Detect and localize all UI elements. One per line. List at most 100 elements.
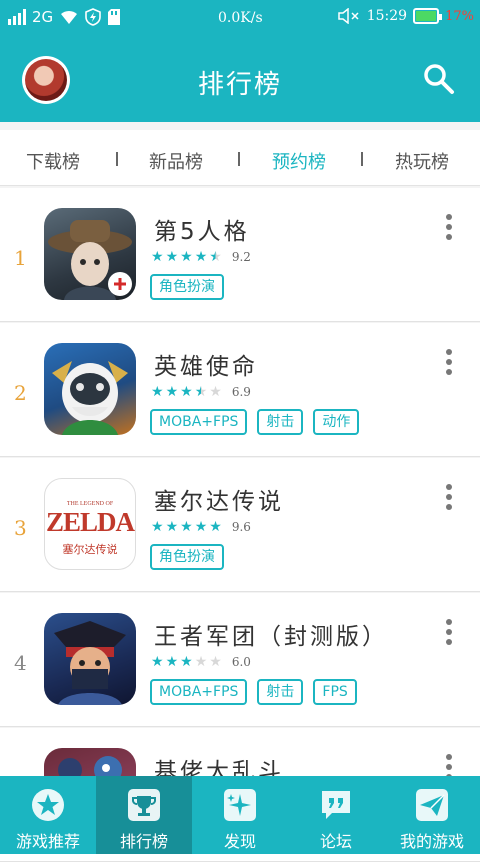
tag-list: 角色扮演	[150, 544, 224, 570]
star-filled-icon: ★	[209, 519, 222, 535]
game-name: 英雄使命	[154, 354, 258, 380]
star-half-icon: ★	[209, 249, 222, 265]
star-filled-icon: ★	[165, 654, 179, 670]
more-options-icon[interactable]	[446, 619, 452, 649]
star-filled-icon: ★	[151, 519, 164, 535]
rating-score: 6.9	[231, 385, 251, 399]
rating-stars: ★ ★ ★ ★ ★ 9.2	[151, 250, 251, 264]
rank-number: 1	[14, 246, 27, 270]
app-bar: 排行榜	[0, 38, 480, 122]
rank-number: 3	[14, 516, 27, 540]
list-item[interactable]: 1 第5人格 ★ ★ ★ ★ ★ 9.2 角色扮演	[0, 188, 480, 322]
star-filled-icon: ★	[194, 249, 208, 265]
genre-tag[interactable]: 动作	[313, 409, 360, 435]
genre-tag[interactable]: MOBA+FPS	[150, 679, 248, 705]
star-filled-icon: ★	[180, 654, 193, 670]
icon-caption: 塞尔达传说	[62, 543, 118, 556]
star-empty-icon: ★	[209, 384, 222, 400]
star-filled-icon: ★	[165, 384, 179, 400]
tab-divider	[238, 152, 240, 166]
list-item[interactable]: 4 王者军团（封测版） ★ ★ ★ ★ ★ 6.0 MOBA+FPS 射击 FPS	[0, 593, 480, 727]
sd-card-icon	[108, 9, 121, 25]
paper-plane-icon	[416, 789, 448, 821]
game-name: 王者军团（封测版）	[154, 624, 388, 650]
page-title: 排行榜	[197, 70, 282, 100]
network-speed: 0.0K/s	[218, 10, 263, 26]
genre-tag[interactable]: MOBA+FPS	[150, 409, 248, 435]
tab-downloads[interactable]: 下载榜	[26, 148, 80, 174]
star-filled-icon: ★	[194, 519, 208, 535]
tab-popular[interactable]: 热玩榜	[395, 148, 449, 174]
search-icon[interactable]	[422, 62, 456, 96]
wifi-icon	[61, 10, 78, 24]
tab-reservations[interactable]: 预约榜	[272, 148, 326, 174]
star-filled-icon: ★	[180, 249, 193, 265]
tag-list: MOBA+FPS 射击 动作	[150, 409, 360, 435]
star-filled-icon: ★	[165, 519, 179, 535]
tag-list: 角色扮演	[150, 274, 224, 300]
rating-score: 9.2	[231, 250, 251, 264]
mute-icon	[337, 8, 359, 24]
nav-discover[interactable]: 发现	[192, 776, 288, 854]
rating-stars: ★ ★ ★ ★ ★ 9.6	[151, 520, 251, 534]
rank-number: 4	[14, 651, 27, 675]
more-options-icon[interactable]	[446, 349, 452, 379]
nav-forum[interactable]: 论坛	[288, 776, 384, 854]
signal-icon	[8, 9, 26, 25]
rank-number: 2	[14, 381, 27, 405]
battery-saver-icon	[85, 8, 101, 26]
game-name: 塞尔达传说	[154, 489, 284, 515]
tab-new[interactable]: 新品榜	[149, 148, 203, 174]
star-empty-icon: ★	[194, 654, 208, 670]
status-bar: 2G 0.0K/s 15:29 17%	[0, 0, 480, 38]
rating-score: 9.6	[231, 520, 251, 534]
bottom-nav: 游戏推荐 排行榜 发现 论坛 我的游戏	[0, 776, 480, 854]
nav-label: 游戏推荐	[15, 832, 80, 851]
nav-label: 排行榜	[119, 832, 168, 851]
more-options-icon[interactable]	[446, 484, 452, 514]
nav-label: 论坛	[319, 832, 352, 851]
star-filled-icon: ★	[151, 654, 164, 670]
clock: 15:29	[366, 8, 408, 24]
battery-icon	[413, 8, 443, 24]
network-type: 2G	[32, 8, 54, 26]
star-filled-icon: ★	[151, 249, 164, 265]
trophy-icon	[128, 789, 160, 821]
list-item[interactable]: 3 THE LEGEND OF ZELDA 塞尔达传说 塞尔达传说 ★ ★ ★ ★ ★ 9…	[0, 458, 480, 592]
more-options-icon[interactable]	[446, 214, 452, 244]
battery-percent: 17%	[445, 8, 474, 24]
icon-logo-text: ZELDA	[45, 507, 135, 537]
game-icon	[44, 613, 136, 705]
list-item[interactable]: 2 英雄使命 ★ ★ ★ ★ ★ 6.9 MOBA+FPS 射击 动作	[0, 323, 480, 457]
tab-divider	[116, 152, 118, 166]
genre-tag[interactable]: FPS	[313, 679, 357, 705]
nav-label: 我的游戏	[399, 832, 464, 851]
ranking-tabs: 下载榜 新品榜 预约榜 热玩榜	[0, 130, 480, 186]
nav-ranking[interactable]: 排行榜	[96, 776, 192, 854]
star-empty-icon: ★	[209, 654, 222, 670]
tab-divider	[361, 152, 363, 166]
rating-stars: ★ ★ ★ ★ ★ 6.0	[151, 655, 251, 669]
nav-label: 发现	[223, 832, 256, 851]
genre-tag[interactable]: 射击	[257, 679, 304, 705]
rating-stars: ★ ★ ★ ★ ★ 6.9	[151, 385, 251, 399]
star-filled-icon: ★	[151, 384, 164, 400]
star-icon	[32, 789, 64, 821]
genre-tag[interactable]: 角色扮演	[150, 274, 224, 300]
rating-score: 6.0	[231, 655, 251, 669]
nav-my-games[interactable]: 我的游戏	[384, 776, 480, 854]
star-filled-icon: ★	[165, 249, 179, 265]
tag-list: MOBA+FPS 射击 FPS	[150, 679, 357, 705]
genre-tag[interactable]: 角色扮演	[150, 544, 224, 570]
chat-quote-icon	[322, 791, 350, 819]
game-icon	[44, 208, 136, 300]
game-name: 第5人格	[154, 219, 250, 245]
star-filled-icon: ★	[180, 519, 193, 535]
sparkle-icon	[224, 789, 256, 821]
genre-tag[interactable]: 射击	[257, 409, 304, 435]
nav-game-recommend[interactable]: 游戏推荐	[0, 776, 96, 854]
star-filled-icon: ★	[180, 384, 193, 400]
game-icon: THE LEGEND OF ZELDA 塞尔达传说	[44, 478, 136, 570]
game-icon	[44, 343, 136, 435]
star-half-icon: ★	[194, 384, 208, 400]
